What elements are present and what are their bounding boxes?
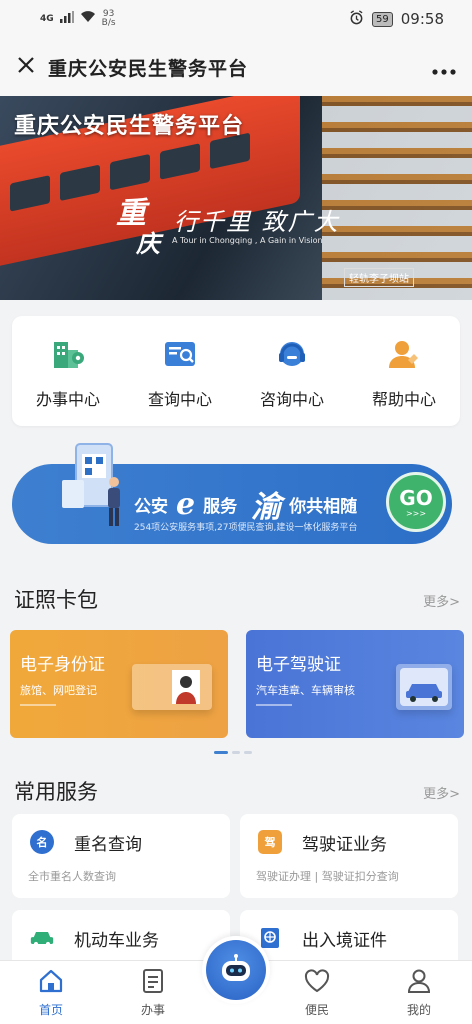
- document-icon: [139, 967, 167, 999]
- close-icon[interactable]: [16, 52, 44, 82]
- robot-icon: [206, 940, 266, 1000]
- net-speed-unit: B/s: [101, 18, 116, 28]
- user-icon: [405, 967, 433, 999]
- quick-item-label: 办事中心: [35, 390, 100, 409]
- divider: [20, 704, 56, 706]
- service-subtitle: 驾驶证办理 | 驾驶证扣分查询: [256, 870, 399, 883]
- carousel-dots: [214, 751, 252, 754]
- quick-item-label: 咨询中心: [259, 390, 324, 409]
- promo-text-2: 服务: [203, 496, 238, 517]
- tab-people[interactable]: 便民: [266, 961, 368, 1024]
- service-driver-license[interactable]: 驾 驾驶证业务 驾驶证办理 | 驾驶证扣分查询: [240, 814, 458, 898]
- tab-label: 办事: [140, 1003, 165, 1017]
- card-title: 电子身份证: [20, 655, 105, 675]
- more-menu-icon[interactable]: [432, 52, 456, 82]
- promo-banner[interactable]: 公安 e 服务 渝 你共相随 254项公安服务事项,27项便民查询,建设一体化服…: [12, 443, 452, 544]
- name-query-icon: 名: [30, 830, 54, 854]
- clock: 09:58: [400, 10, 444, 28]
- driver-license-icon: 驾: [258, 830, 282, 854]
- go-button[interactable]: GO >>>: [386, 472, 446, 532]
- building-pin-icon: [50, 336, 86, 372]
- tab-label: 我的: [406, 1003, 431, 1017]
- service-subtitle: 全市重名人数查询: [28, 870, 116, 883]
- phone-illustration: [62, 440, 132, 530]
- service-title: 驾驶证业务: [302, 835, 387, 855]
- signal-indicator: 4G: [40, 14, 54, 24]
- heart-hand-icon: [303, 967, 331, 999]
- quick-item-label: 帮助中心: [371, 390, 436, 409]
- banner-title: 重庆公安民生警务平台: [14, 114, 245, 139]
- service-title: 出入境证件: [302, 931, 387, 951]
- go-label: GO: [399, 485, 433, 510]
- wifi-icon: [80, 11, 96, 27]
- station-sign: 轻轨李子坝站: [344, 268, 414, 287]
- card-subtitle: 旅馆、网吧登记: [20, 684, 97, 697]
- page-title: 重庆公安民生警务平台: [48, 57, 249, 80]
- promo-text-3: 你共相随: [289, 496, 358, 517]
- carousel-dot: [232, 751, 240, 754]
- passport-icon: [258, 926, 282, 950]
- banner-slogan: 行千里 致广大: [174, 208, 340, 236]
- id-card[interactable]: 电子身份证 旅馆、网吧登记: [10, 630, 228, 738]
- quick-item-query-center[interactable]: 查询中心: [124, 316, 236, 426]
- banner-calligraphy-2: 庆: [136, 229, 160, 258]
- banner-slogan-en: A Tour in Chongqing , A Gain in Vision: [172, 236, 323, 245]
- services-more-link[interactable]: 更多>: [423, 783, 460, 802]
- car-illustration: [396, 664, 452, 710]
- driver-license-card[interactable]: 电子驾驶证 汽车违章、车辆审核: [246, 630, 464, 738]
- quick-item-service-center[interactable]: 办事中心: [12, 316, 124, 426]
- card-title: 电子驾驶证: [256, 655, 341, 675]
- alarm-icon: [349, 9, 364, 29]
- quick-item-label: 查询中心: [147, 390, 212, 409]
- car-icon: [30, 926, 54, 950]
- battery-indicator: 59: [372, 11, 393, 27]
- nav-bar: 重庆公安民生警务平台: [0, 38, 472, 96]
- quick-item-help-center[interactable]: 帮助中心: [348, 316, 460, 426]
- service-name-query[interactable]: 名 重名查询 全市重名人数查询: [12, 814, 230, 898]
- quick-access-panel: 办事中心 查询中心 咨询中心 帮助中心: [12, 316, 460, 426]
- id-card-illustration: [132, 664, 212, 710]
- home-icon: [37, 967, 65, 999]
- tab-affairs[interactable]: 办事: [102, 961, 204, 1024]
- hero-banner[interactable]: 重庆公安民生警务平台 重 庆 行千里 致广大 A Tour in Chongqi…: [0, 96, 472, 300]
- status-bar: 4G 93 B/s 59 09:58: [0, 0, 472, 38]
- search-doc-icon: [162, 336, 198, 372]
- tab-label: 便民: [304, 1003, 329, 1017]
- wallet-more-link[interactable]: 更多>: [423, 591, 460, 610]
- service-title: 机动车业务: [74, 931, 159, 951]
- helper-icon: [386, 336, 422, 372]
- divider: [256, 704, 292, 706]
- carousel-dot-active: [214, 751, 228, 754]
- promo-e-mark: e: [176, 486, 196, 522]
- headset-icon: [274, 336, 310, 372]
- tab-home[interactable]: 首页: [0, 961, 102, 1024]
- go-arrow: >>>: [405, 508, 427, 518]
- promo-text-1: 公安: [134, 496, 168, 517]
- quick-item-consult-center[interactable]: 咨询中心: [236, 316, 348, 426]
- signal-bars-icon: [59, 11, 74, 27]
- promo-subtitle: 254项公安服务事项,27项便民查询,建设一体化服务平台: [134, 523, 358, 533]
- tab-label: 首页: [38, 1003, 63, 1017]
- service-title: 重名查询: [74, 835, 142, 855]
- card-subtitle: 汽车违章、车辆审核: [256, 684, 355, 697]
- tab-mine[interactable]: 我的: [368, 961, 470, 1024]
- services-section-title: 常用服务: [14, 780, 98, 804]
- carousel-dot: [244, 751, 252, 754]
- wallet-section-title: 证照卡包: [14, 588, 98, 612]
- net-speed: 93 B/s: [102, 10, 116, 28]
- assistant-robot-button[interactable]: [202, 936, 270, 1004]
